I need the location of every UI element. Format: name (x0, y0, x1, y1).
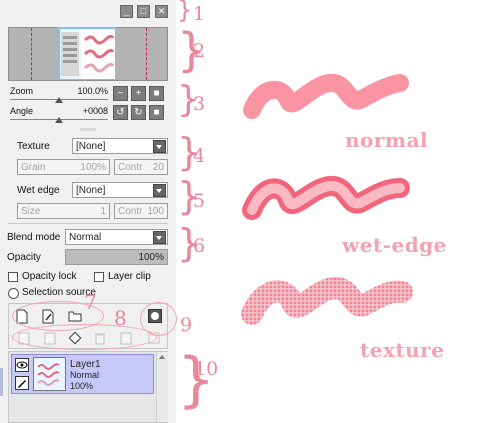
navigator-preview[interactable] (8, 27, 168, 81)
layer-thumbnail (33, 357, 66, 391)
wet-edge-stroke-sample (242, 176, 410, 220)
blend-mode-value: Normal (69, 231, 102, 243)
zoom-in-button[interactable]: + (131, 86, 146, 101)
rotate-left-icon: ↺ (116, 106, 125, 118)
contrast-label: Contr (118, 205, 143, 217)
wet-edge-label: Wet edge (17, 185, 60, 196)
annotation-number: 2 (193, 40, 206, 62)
pen-icon[interactable] (15, 376, 29, 390)
rotate-right-button[interactable]: ↻ (131, 105, 146, 120)
annotation-number: 10 (194, 358, 219, 380)
maximize-button[interactable]: □ (137, 5, 150, 18)
opacity-label: Opacity (7, 252, 41, 263)
opacity-lock-label: Opacity lock (22, 271, 77, 282)
grain-field: Grain 100% (17, 159, 110, 175)
grain-label: Grain (21, 161, 46, 173)
blend-mode-label: Blend mode (7, 232, 61, 243)
grain-value: 100% (80, 161, 106, 173)
canvas-thumbnail (58, 27, 116, 80)
angle-label: Angle (10, 106, 34, 116)
texture-contrast-field: Contr 20 (114, 159, 168, 175)
zoom-out-button[interactable]: − (113, 86, 128, 101)
canvas-bound-line (146, 28, 147, 80)
zoom-slider-thumb[interactable] (55, 97, 63, 103)
chevron-down-icon (153, 140, 166, 153)
panel-grip[interactable] (80, 128, 96, 131)
annotation-number: 9 (180, 314, 193, 336)
contrast-value: 100 (147, 205, 164, 217)
normal-label: normal (345, 128, 429, 152)
size-field: Size 1 (17, 203, 110, 219)
size-value: 1 (100, 205, 106, 217)
layer-row[interactable]: Layer1 Normal 100% (11, 354, 154, 394)
zoom-value: 100.0% (77, 86, 108, 96)
texture-value: [None] (76, 140, 106, 152)
minimize-icon: _ (123, 6, 129, 16)
angle-slider-thumb[interactable] (55, 117, 63, 123)
zoom-label: Zoom (10, 86, 34, 96)
reset-angle-button[interactable]: ■ (149, 105, 164, 120)
annotation-circle (12, 324, 157, 350)
selection-source-radio[interactable] (8, 288, 19, 299)
annotation-number: 1 (193, 3, 206, 25)
annotation-number: 5 (193, 190, 206, 212)
texture-stroke-sample (241, 277, 413, 325)
wet-edge-value: [None] (76, 184, 106, 196)
square-icon: ■ (153, 87, 160, 99)
annotation-number: 3 (193, 93, 206, 115)
chevron-down-icon (153, 231, 166, 244)
annotation-number: 4 (193, 145, 206, 167)
angle-value: +0008 (82, 106, 108, 116)
reset-zoom-button[interactable]: ■ (149, 86, 164, 101)
opacity-slider[interactable]: 100% (65, 249, 168, 265)
wet-edge-select[interactable]: [None] (72, 182, 168, 198)
chevron-down-icon (153, 184, 166, 197)
rotate-right-icon: ↻ (134, 106, 143, 118)
size-label: Size (21, 205, 41, 217)
rotate-left-button[interactable]: ↺ (113, 105, 128, 120)
layer-name: Layer1 (70, 359, 101, 370)
contrast-label: Contr (118, 161, 143, 173)
layer-mode: Normal (70, 370, 100, 380)
minus-icon: − (117, 87, 124, 99)
divider (8, 223, 168, 224)
opacity-value: 100% (138, 252, 164, 263)
texture-label: Texture (17, 141, 50, 152)
blend-mode-select[interactable]: Normal (65, 229, 168, 245)
wet-edge-label-text: wet-edge (342, 233, 447, 257)
wet-edge-contrast-field: Contr 100 (114, 203, 168, 219)
texture-label-text: texture (360, 338, 445, 362)
maximize-icon: □ (140, 6, 147, 16)
annotation-circle (140, 302, 177, 336)
annotation-number: 6 (193, 235, 206, 257)
contrast-value: 20 (152, 161, 164, 173)
normal-stroke-sample (243, 74, 409, 119)
layer-scrollbar[interactable] (156, 352, 168, 422)
tool-panel: _ □ ✕ Zoom 100.0% Angle +0008 − + ■ ↺ ↻ … (0, 0, 176, 423)
eye-icon[interactable] (15, 358, 29, 372)
panel-edge-handle (0, 368, 3, 396)
annotation-brace: } (177, 0, 193, 24)
layer-opacity: 100% (70, 381, 94, 391)
canvas-bound-line (31, 28, 32, 80)
minimize-button[interactable]: _ (120, 5, 133, 18)
close-icon: ✕ (157, 6, 166, 16)
square-icon: ■ (153, 106, 160, 118)
layer-clip-label: Layer clip (108, 271, 151, 282)
chevron-up-icon[interactable] (159, 355, 165, 359)
plus-icon: + (135, 87, 142, 99)
close-button[interactable]: ✕ (155, 5, 168, 18)
opacity-lock-checkbox[interactable] (8, 272, 18, 282)
layer-clip-checkbox[interactable] (94, 272, 104, 282)
texture-select[interactable]: [None] (72, 138, 168, 154)
